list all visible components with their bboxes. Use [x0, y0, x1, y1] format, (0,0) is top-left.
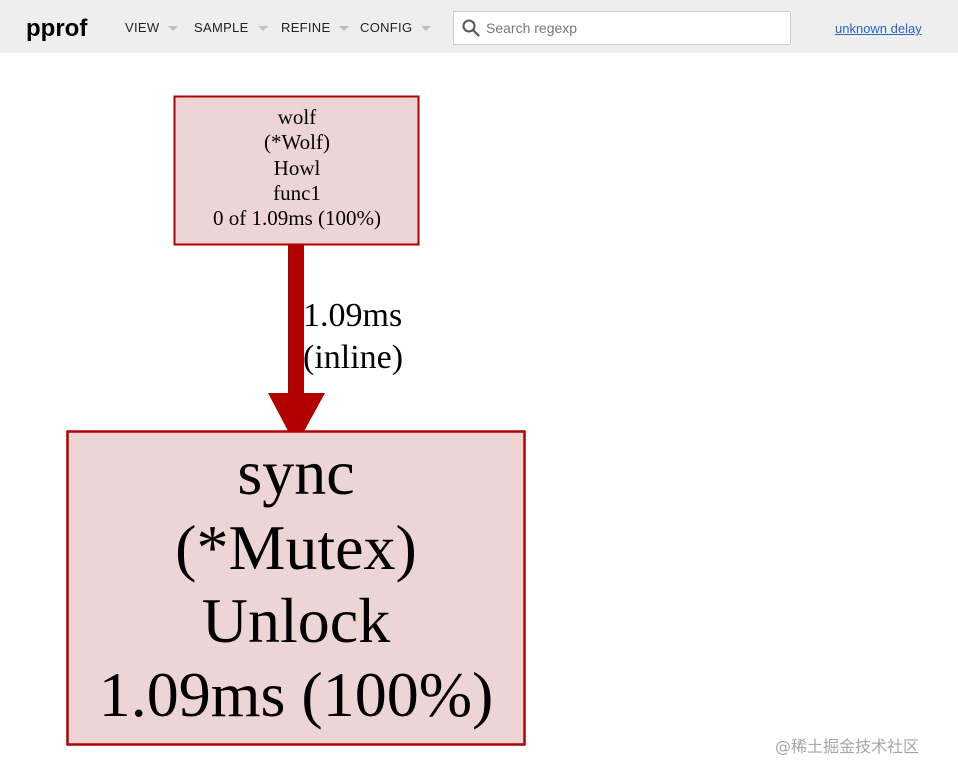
- node-wolf-func1[interactable]: wolf (*Wolf) Howl func1 0 of 1.09ms (100…: [173, 95, 420, 246]
- app-title: pprof: [26, 15, 88, 42]
- menu-config[interactable]: CONFIG: [360, 20, 432, 35]
- search-input[interactable]: [486, 20, 776, 36]
- menu-label: SAMPLE: [194, 20, 249, 35]
- node-line: Howl: [274, 156, 321, 180]
- node-line: (*Wolf): [264, 130, 330, 154]
- menu-sample[interactable]: SAMPLE: [194, 20, 268, 35]
- node-line: func1: [273, 181, 321, 205]
- node-line: 0 of 1.09ms (100%): [213, 206, 381, 230]
- edge-label-inline: (inline): [303, 339, 403, 376]
- caret-down-icon: [339, 26, 350, 31]
- search-box[interactable]: [453, 11, 791, 45]
- watermark: @稀土掘金技术社区: [775, 737, 920, 756]
- node-line: 1.09ms (100%): [99, 659, 494, 730]
- edge-wolf-to-sync[interactable]: 1.09ms (inline): [268, 245, 403, 446]
- node-line: Unlock: [202, 585, 390, 656]
- search-icon: [462, 19, 480, 37]
- menu-label: CONFIG: [360, 20, 413, 35]
- node-line: (*Mutex): [175, 512, 417, 583]
- toolbar: pprof VIEW SAMPLE REFINE CONFIG unknown …: [0, 0, 958, 53]
- caret-down-icon: [168, 26, 179, 31]
- call-graph: 1.09ms (inline) wolf (*Wolf) Howl func1 …: [66, 95, 526, 746]
- node-sync-mutex-unlock[interactable]: sync (*Mutex) Unlock 1.09ms (100%): [66, 430, 526, 746]
- menu-label: VIEW: [125, 20, 160, 35]
- caret-down-icon: [257, 26, 268, 31]
- edge-line: [288, 245, 304, 395]
- caret-down-icon: [421, 26, 432, 31]
- edge-label-weight: 1.09ms: [303, 297, 402, 334]
- delay-link[interactable]: unknown delay: [835, 21, 922, 36]
- menu-refine[interactable]: REFINE: [281, 20, 350, 35]
- menu-label: REFINE: [281, 20, 331, 35]
- node-line: sync: [237, 437, 354, 508]
- node-line: wolf: [278, 105, 317, 129]
- menu-view[interactable]: VIEW: [125, 20, 179, 35]
